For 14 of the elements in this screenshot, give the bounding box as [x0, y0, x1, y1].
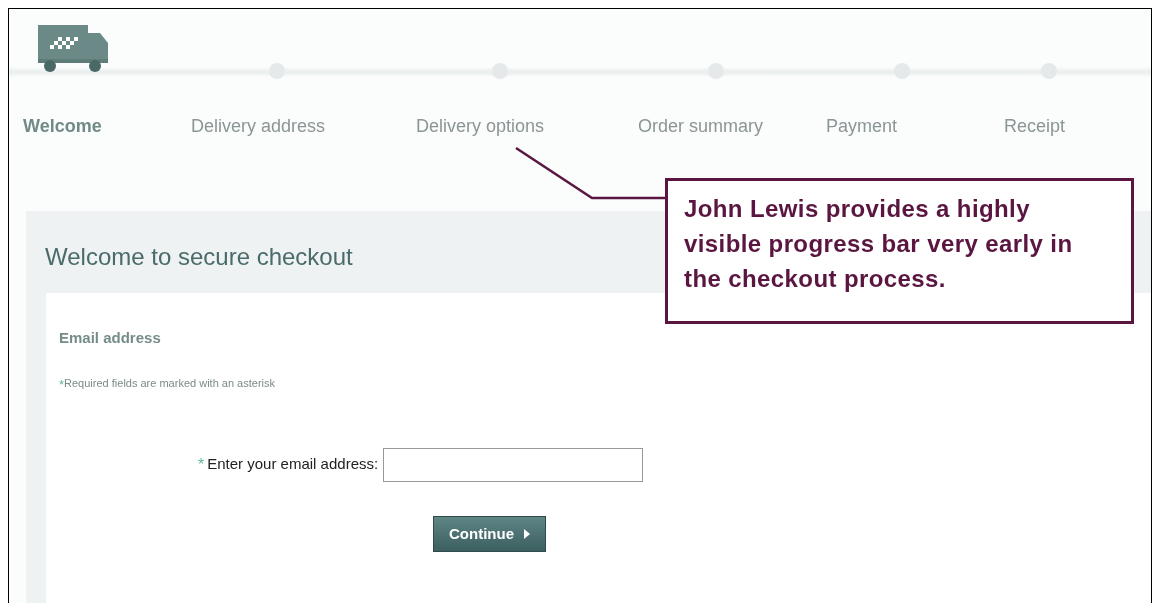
page-title: Welcome to secure checkout [45, 242, 353, 272]
email-field[interactable] [383, 448, 644, 482]
progress-step: Welcome [23, 113, 102, 140]
progress-step: Order summary [638, 113, 763, 140]
progress-step: Payment [826, 113, 898, 140]
truck-icon [38, 25, 108, 73]
progress-step: Delivery options [416, 113, 545, 140]
section-heading: Email address [59, 328, 161, 348]
callout-box: John Lewis provides a highly visible progress bar very early in the checkout process. [665, 178, 1134, 324]
progress-step: Receipt [1004, 113, 1066, 140]
caret-icon [524, 529, 530, 539]
field-label: * Enter your email address: [198, 454, 379, 475]
progress-step: Delivery address [191, 113, 326, 140]
continue-button[interactable]: Continue [433, 516, 546, 552]
